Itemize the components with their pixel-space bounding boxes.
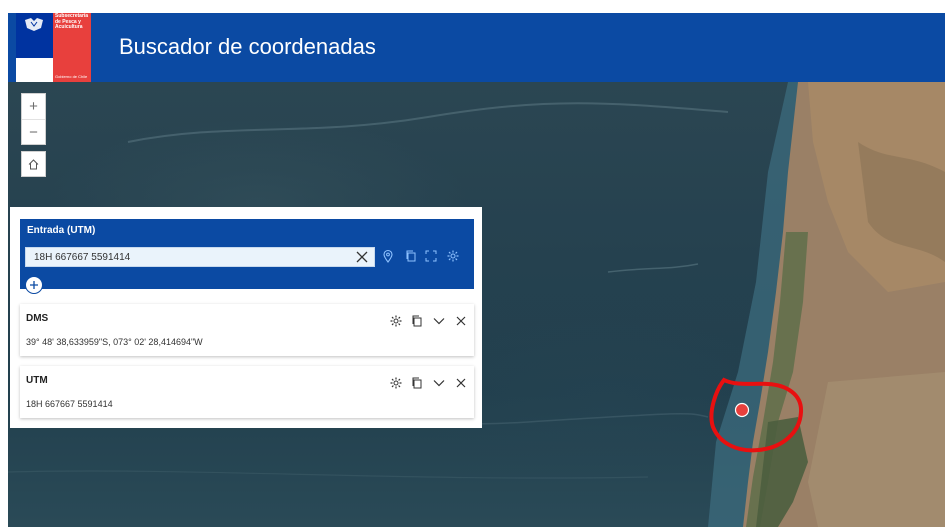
input-panel: Entrada (UTM) [20,219,474,294]
zoom-in-button[interactable]: + [22,94,45,119]
copy-icon[interactable] [410,376,424,390]
locate-pin-icon[interactable] [381,249,395,263]
zoom-out-button[interactable]: − [22,119,45,145]
close-icon[interactable] [454,314,468,328]
home-button[interactable] [21,151,46,177]
clear-icon[interactable] [354,249,370,265]
logo-government: Gobierno de Chile [55,74,88,79]
page-title: Buscador de coordenadas [119,34,376,59]
logo-agency-name: Subsecretaría de Pesca y Acuicultura [55,13,89,30]
coordinate-input-wrapper [25,247,375,267]
capture-mode-icon[interactable] [424,249,438,263]
settings-icon[interactable] [446,249,460,263]
card-coordinate-value: 18H 667667 5591414 [26,399,113,409]
conversion-card-utm: UTM 18H 667667 5591414 [20,366,474,418]
chevron-down-icon[interactable] [432,314,446,328]
app-header: Subsecretaría de Pesca y Acuicultura Gob… [8,13,945,82]
add-conversion-button[interactable] [25,276,43,294]
conversion-card-dms: DMS 39° 48' 38,633959"S, 073° 02' 28,414… [20,304,474,356]
copy-icon[interactable] [404,249,418,263]
coordinate-conversion-widget: Entrada (UTM) DMS [10,207,482,428]
card-format-title: UTM [26,375,48,386]
agency-logo: Subsecretaría de Pesca y Acuicultura Gob… [16,13,91,82]
coat-of-arms-icon [25,18,43,31]
close-icon[interactable] [454,376,468,390]
chevron-down-icon[interactable] [432,376,446,390]
plus-icon [30,281,38,289]
zoom-control: + − [21,93,46,145]
settings-icon[interactable] [389,314,403,328]
card-coordinate-value: 39° 48' 38,633959"S, 073° 02' 28,414694"… [26,337,203,347]
copy-icon[interactable] [410,314,424,328]
coordinate-input[interactable] [26,248,346,266]
input-label: Entrada (UTM) [27,225,96,236]
settings-icon[interactable] [389,376,403,390]
card-format-title: DMS [26,313,49,324]
home-icon [28,158,39,169]
